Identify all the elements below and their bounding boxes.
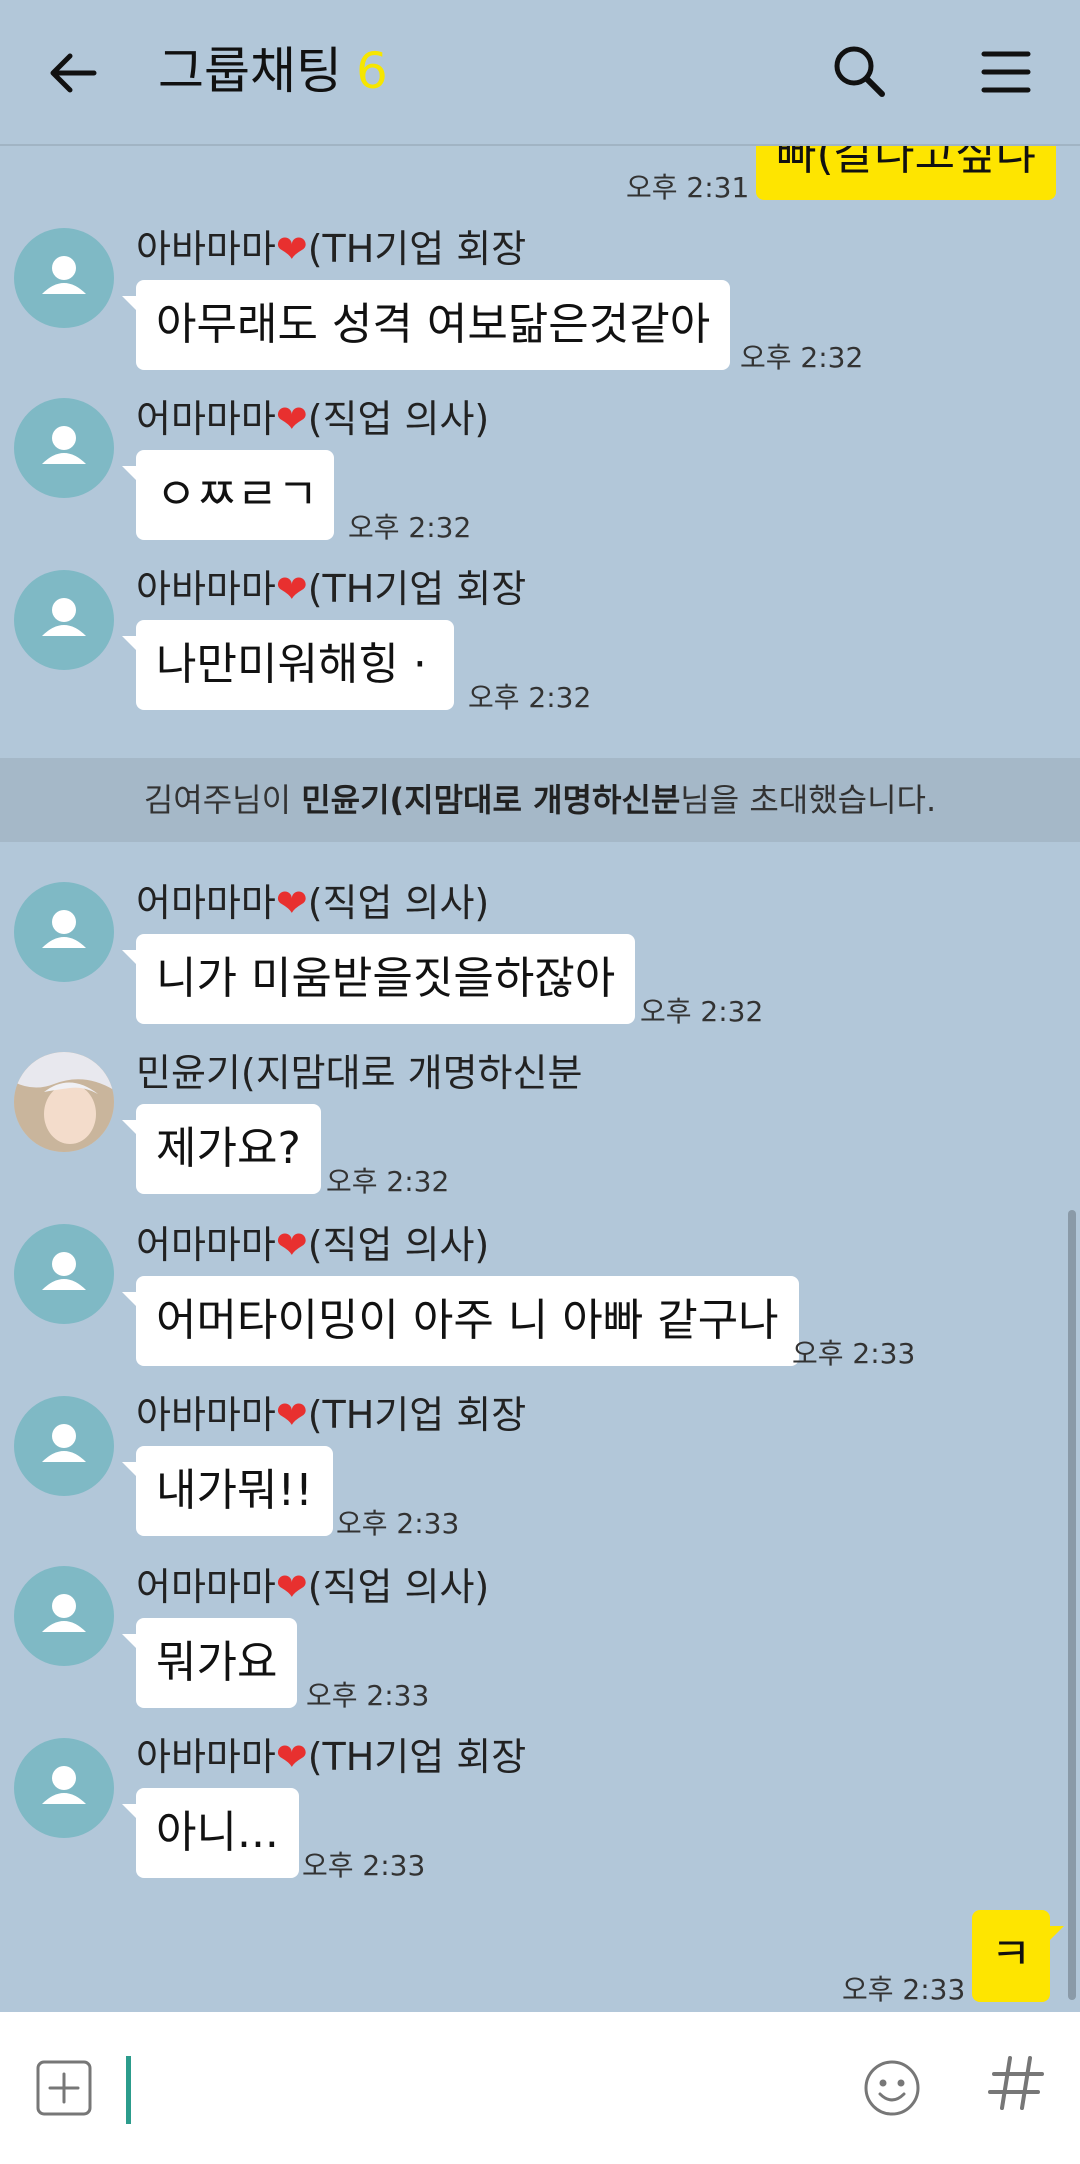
sender-name: 아바마마❤(TH기업 회장 bbox=[136, 567, 527, 611]
sender-name: 어마마마❤(직업 의사) bbox=[136, 881, 490, 925]
message-time: 오후 2:33 bbox=[336, 1507, 460, 1540]
text-cursor bbox=[126, 2056, 131, 2124]
message-text: 빠(갈나고싶냐 bbox=[776, 146, 1037, 180]
message-time: 오후 2:32 bbox=[326, 1165, 450, 1198]
message-input[interactable] bbox=[140, 2052, 824, 2130]
back-arrow-icon bbox=[50, 53, 97, 93]
avatar[interactable] bbox=[14, 1396, 114, 1496]
chat-header: 그룹채팅 6 bbox=[0, 0, 1080, 146]
avatar[interactable] bbox=[14, 1224, 114, 1324]
message-bubble[interactable]: 나만미워해힝 · bbox=[122, 620, 454, 710]
profile-photo-icon bbox=[14, 1052, 114, 1152]
scrollbar[interactable] bbox=[1068, 1210, 1076, 2000]
message-bubble[interactable]: 니가 미움받을짓을하잖아 bbox=[121, 934, 636, 1024]
message-bubble[interactable]: 아무래도 성격 여보닮은것같아 bbox=[121, 280, 731, 370]
avatar[interactable] bbox=[14, 1566, 114, 1666]
menu-button[interactable] bbox=[976, 40, 1036, 104]
avatar[interactable] bbox=[14, 570, 114, 670]
chat-title-text: 그룹채팅 bbox=[158, 42, 342, 100]
hashtag-icon bbox=[988, 2056, 1044, 2110]
my-message-bubble[interactable]: 빠(갈나고싶냐 bbox=[756, 146, 1057, 200]
heart-icon: ❤ bbox=[275, 1735, 308, 1779]
message-text: 나만미워해힝 · bbox=[156, 639, 427, 690]
profile-photo-avatar[interactable] bbox=[14, 1052, 114, 1152]
message-text: 아무래도 성격 여보닮은것같아 bbox=[156, 299, 711, 350]
sender-name: 아바마마❤(TH기업 회장 bbox=[136, 227, 527, 271]
message-bubble[interactable]: 어머타이밍이 아주 니 아빠 같구나 bbox=[122, 1276, 799, 1366]
message-text: 아니... bbox=[156, 1807, 279, 1858]
heart-icon: ❤ bbox=[275, 397, 308, 441]
my-message-bubble[interactable]: ㅋ bbox=[972, 1910, 1064, 2002]
heart-icon: ❤ bbox=[275, 1565, 308, 1609]
default-profile-icon bbox=[42, 256, 86, 294]
message-time: 오후 2:33 bbox=[842, 1973, 966, 2006]
message-text: 내가뭐!! bbox=[156, 1465, 313, 1516]
system-notice: 김여주님이 민윤기(지맘대로 개명하신분님을 초대했습니다. bbox=[0, 758, 1080, 842]
back-button[interactable] bbox=[40, 40, 112, 106]
message-text: 제가요? bbox=[156, 1123, 301, 1174]
sender-name: 민윤기(지맘대로 개명하신분 bbox=[136, 1051, 583, 1095]
member-count: 6 bbox=[356, 42, 388, 100]
invitee-name: 민윤기(지맘대로 개명하신분 bbox=[301, 781, 681, 819]
sender-name: 어마마마❤(직업 의사) bbox=[136, 1223, 490, 1267]
message-bubble[interactable]: 내가뭐!! bbox=[122, 1446, 333, 1536]
sender-name: 아바마마❤(TH기업 회장 bbox=[136, 1393, 527, 1437]
message-time: 오후 2:33 bbox=[302, 1849, 426, 1882]
default-profile-icon bbox=[42, 1252, 86, 1290]
message-time: 오후 2:32 bbox=[468, 681, 592, 714]
chat-title: 그룹채팅 6 bbox=[158, 36, 388, 106]
message-text: 뭐가요 bbox=[156, 1637, 278, 1688]
default-profile-icon bbox=[42, 598, 86, 636]
hamburger-menu-icon bbox=[981, 51, 1031, 93]
search-button[interactable] bbox=[824, 36, 896, 108]
avatar[interactable] bbox=[14, 398, 114, 498]
sender-name: 아바마마❤(TH기업 회장 bbox=[136, 1735, 527, 1779]
default-profile-icon bbox=[42, 1594, 86, 1632]
input-bar bbox=[0, 2012, 1080, 2164]
avatar[interactable] bbox=[14, 1738, 114, 1838]
message-bubble[interactable]: 뭐가요 bbox=[121, 1618, 298, 1708]
avatar[interactable] bbox=[14, 882, 114, 982]
hashtag-button[interactable] bbox=[986, 2048, 1046, 2137]
message-time: 오후 2:31 bbox=[626, 171, 750, 204]
message-list[interactable]: 빠(갈나고싶냐 오후 2:31 아바마마❤(TH기업 회장 아무래도 성격 여보… bbox=[0, 146, 1080, 2012]
attach-button[interactable] bbox=[34, 2058, 94, 2118]
message-bubble[interactable]: 제가요? bbox=[122, 1104, 321, 1194]
search-icon bbox=[834, 46, 885, 97]
emoji-button[interactable] bbox=[862, 2058, 922, 2118]
avatar[interactable] bbox=[14, 228, 114, 328]
sender-name: 어마마마❤(직업 의사) bbox=[136, 397, 490, 441]
message-time: 오후 2:33 bbox=[792, 1337, 916, 1370]
smiley-icon bbox=[864, 2060, 920, 2116]
default-profile-icon bbox=[42, 1766, 86, 1804]
heart-icon: ❤ bbox=[275, 881, 308, 925]
heart-icon: ❤ bbox=[275, 1223, 308, 1267]
message-time: 오후 2:33 bbox=[306, 1679, 430, 1712]
message-text: 어머타이밍이 아주 니 아빠 같구나 bbox=[156, 1295, 779, 1346]
default-profile-icon bbox=[42, 426, 86, 464]
message-time: 오후 2:32 bbox=[640, 995, 764, 1028]
message-time: 오후 2:32 bbox=[348, 511, 472, 544]
plus-icon bbox=[36, 2060, 92, 2116]
message-bubble[interactable]: ㅇㅉㄹㄱ bbox=[122, 450, 334, 540]
message-bubble[interactable]: 아니... bbox=[122, 1788, 299, 1878]
sender-name: 어마마마❤(직업 의사) bbox=[136, 1565, 490, 1609]
default-profile-icon bbox=[42, 1424, 86, 1462]
message-text: ㅋ bbox=[990, 1929, 1032, 1980]
heart-icon: ❤ bbox=[275, 227, 308, 271]
message-text: 니가 미움받을짓을하잖아 bbox=[156, 953, 616, 1004]
message-time: 오후 2:32 bbox=[740, 341, 864, 374]
default-profile-icon bbox=[42, 910, 86, 948]
heart-icon: ❤ bbox=[275, 567, 308, 611]
heart-icon: ❤ bbox=[275, 1393, 308, 1437]
message-text: ㅇㅉㄹㄱ bbox=[156, 469, 318, 520]
